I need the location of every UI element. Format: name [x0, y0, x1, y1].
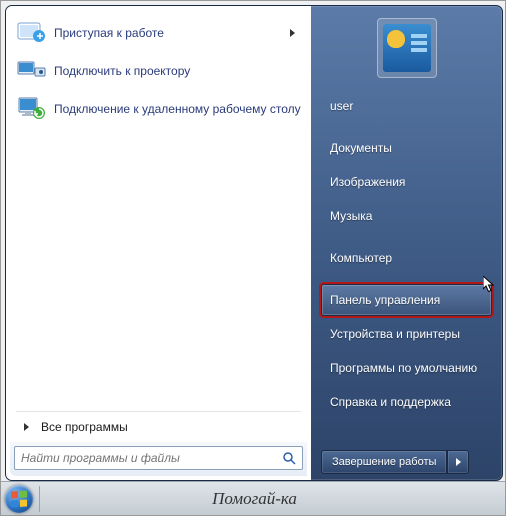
program-connect-projector[interactable]: Подключить к проектору: [12, 52, 305, 90]
search-row: [10, 442, 307, 476]
recent-programs-list: Приступая к работе Подключить к проектор…: [10, 10, 307, 409]
sidebar-item[interactable]: Документы: [321, 132, 492, 164]
shutdown-options-button[interactable]: [447, 450, 469, 474]
sidebar-item[interactable]: Компьютер: [321, 242, 492, 274]
shutdown-button[interactable]: Завершение работы: [321, 450, 447, 474]
program-label: Приступая к работе: [54, 26, 290, 40]
sidebar-item[interactable]: Программы по умолчанию: [321, 352, 492, 384]
arrow-right-icon: [24, 423, 29, 431]
start-menu: Приступая к работе Подключить к проектор…: [5, 5, 503, 481]
windows-logo-icon: [5, 485, 33, 513]
all-programs-button[interactable]: Все программы: [10, 414, 307, 442]
search-icon: [282, 451, 296, 465]
divider: [39, 486, 40, 512]
all-programs-label: Все программы: [41, 420, 128, 434]
program-remote-desktop[interactable]: Подключение к удаленному рабочему столу: [12, 90, 305, 128]
taskbar: Помогай-ка: [1, 481, 505, 515]
search-input[interactable]: [21, 451, 282, 465]
shutdown-row: Завершение работы: [321, 450, 492, 474]
divider: [16, 411, 301, 412]
sidebar-item[interactable]: Изображения: [321, 166, 492, 198]
remote-desktop-icon: [16, 93, 48, 125]
sidebar-items: user ДокументыИзображенияМузыка Компьютер П…: [321, 90, 492, 420]
sidebar-item[interactable]: Справка и поддержка: [321, 386, 492, 418]
start-button[interactable]: [1, 482, 37, 516]
program-label: Подключить к проектору: [54, 64, 301, 78]
sidebar-item[interactable]: Устройства и принтеры: [321, 318, 492, 350]
sidebar-item[interactable]: Панель управления: [321, 284, 492, 316]
sidebar-item[interactable]: user: [321, 90, 492, 122]
shutdown-label: Завершение работы: [332, 456, 436, 468]
control-panel-icon: [383, 24, 431, 72]
projector-icon: [16, 55, 48, 87]
getting-started-icon: [16, 17, 48, 49]
helper-caption: Помогай-ка: [44, 489, 505, 509]
program-label: Подключение к удаленному рабочему столу: [54, 102, 301, 116]
arrow-right-icon: [456, 458, 461, 466]
start-menu-left-panel: Приступая к работе Подключить к проектор…: [6, 6, 311, 480]
submenu-arrow-icon: [290, 29, 295, 37]
program-getting-started[interactable]: Приступая к работе: [12, 14, 305, 52]
start-menu-right-panel: user ДокументыИзображенияМузыка Компьютер П…: [311, 6, 502, 480]
search-box[interactable]: [14, 446, 303, 470]
sidebar-item[interactable]: Музыка: [321, 200, 492, 232]
user-picture-frame[interactable]: [377, 18, 437, 78]
